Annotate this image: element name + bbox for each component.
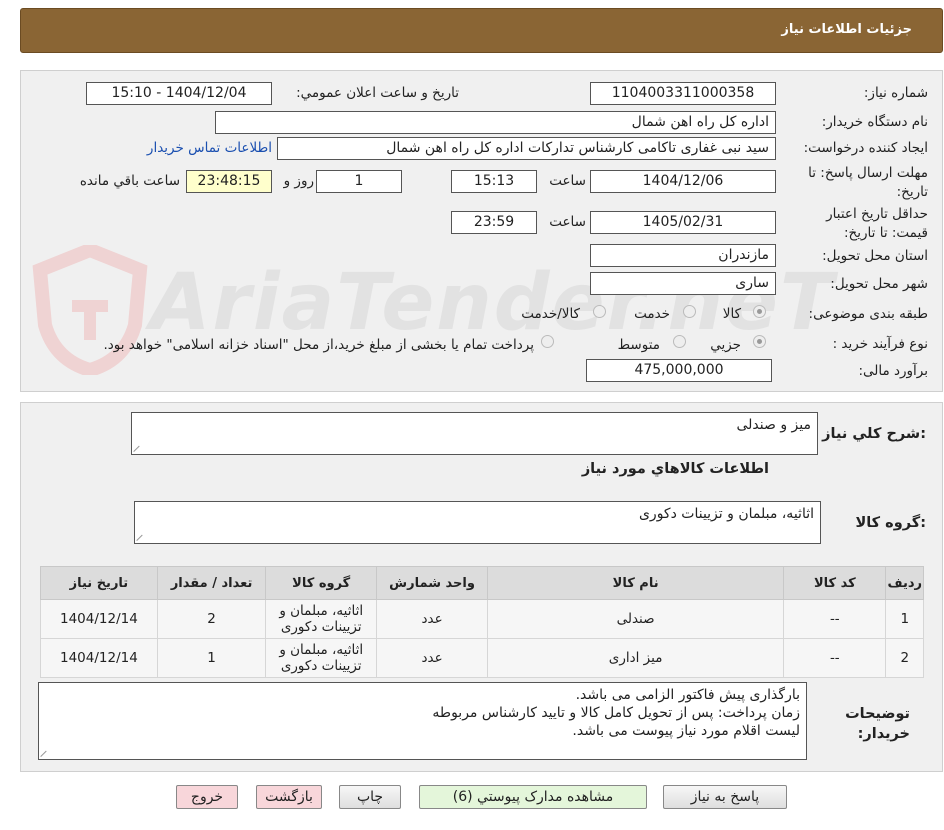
need-number-field: 1104003311000358 [590, 82, 776, 105]
budget-field: 475,000,000 [586, 359, 772, 382]
validity-time-label: ساعت [549, 214, 586, 230]
purchase-medium-label: متوسط [617, 337, 660, 353]
col-code: کد کالا [783, 566, 887, 600]
category-service-label: خدمت [634, 306, 670, 322]
province-field: مازندران [590, 244, 776, 267]
resize-grip-icon[interactable] [134, 444, 142, 452]
purchase-minor-label: جزیي [710, 337, 741, 353]
purchase-type-label: نوع فرآیند خرید : [832, 336, 928, 352]
back-button[interactable]: بازگشت [256, 785, 322, 809]
items-table-header: ردیف کد کالا نام کالا واحد شمارش گروه کا… [40, 566, 924, 600]
treasury-note: پرداخت تمام یا بخشی از مبلغ خرید،از محل … [103, 337, 534, 353]
category-label: طبقه بندی موضوعی: [808, 306, 928, 322]
buyer-org-label: نام دستگاه خریدار: [821, 114, 928, 130]
reply-button[interactable]: پاسخ به نیاز [663, 785, 787, 809]
remaining-time-label: ساعت باقي مانده [79, 173, 180, 189]
table-row: 1 -- صندلی عدد اثاثیه، مبلمان و تزیینات … [40, 599, 924, 639]
announce-datetime-field: 1404/12/04 - 15:10 [86, 82, 272, 105]
goods-group-label: گروه کالا: [855, 515, 926, 531]
page-title: جزئیات اطلاعات نیاز [781, 22, 912, 37]
table-row: 2 -- میز اداری عدد اثاثیه، مبلمان و تزیی… [40, 638, 924, 678]
need-number-label: شماره نیاز: [863, 85, 928, 101]
category-goods-service-radio[interactable] [593, 305, 606, 318]
buyer-org-field: اداره کل راه اهن شمال [215, 111, 776, 134]
goods-group-text: اثاثیه، مبلمان و تزیینات دکوری [638, 506, 814, 522]
buyer-note-line: زمان پرداخت: پس از تحویل کامل کالا و تای… [432, 705, 800, 721]
category-goods-radio[interactable] [753, 305, 766, 318]
category-goods-label: کالا [722, 306, 741, 322]
cell-date: 1404/12/14 [40, 638, 158, 678]
cell-code: -- [783, 638, 887, 678]
purchase-medium-radio[interactable] [673, 335, 686, 348]
city-field: ساری [590, 272, 776, 295]
requester-label: ایجاد کننده درخواست: [803, 140, 928, 156]
col-unit: واحد شمارش [376, 566, 489, 600]
watermark-shield-icon [30, 242, 150, 378]
items-table: ردیف کد کالا نام کالا واحد شمارش گروه کا… [40, 566, 924, 678]
exit-button[interactable]: خروج [176, 785, 238, 809]
cell-unit: عدد [376, 599, 489, 639]
category-service-radio[interactable] [683, 305, 696, 318]
purchase-minor-radio[interactable] [753, 335, 766, 348]
buyer-note-line: لیست اقلام مورد نیاز پیوست می باشد. [572, 723, 800, 739]
cell-row: 2 [885, 638, 924, 678]
col-date: تاریخ نیاز [40, 566, 158, 600]
resize-grip-icon[interactable] [137, 533, 145, 541]
province-label: استان محل تحویل: [822, 248, 928, 264]
requester-field: سید نبی غفاری تاکامی کارشناس تدارکات ادا… [277, 137, 776, 160]
announce-datetime-label: تاریخ و ساعت اعلان عمومي: [296, 85, 459, 101]
cell-name: میز اداری [487, 638, 785, 678]
remaining-time-field: 23:48:15 [186, 170, 272, 193]
cell-name: صندلی [487, 599, 785, 639]
need-description-text: میز و صندلی [736, 417, 811, 433]
print-button[interactable]: چاپ [339, 785, 401, 809]
need-description-label: شرح کلي نیاز: [822, 426, 926, 442]
goods-info-title: اطلاعات کالاهاي مورد نیاز [581, 461, 769, 477]
category-goods-service-label: کالا/خدمت [521, 306, 580, 322]
col-group: گروه کالا [265, 566, 378, 600]
cell-group: اثاثیه، مبلمان و تزیینات دکوری [265, 638, 378, 678]
col-qty: تعداد / مقدار [156, 566, 267, 600]
treasury-checkbox[interactable] [541, 335, 554, 348]
validity-date-field: 1405/02/31 [590, 211, 776, 234]
resize-grip-icon[interactable] [41, 749, 49, 757]
col-row: ردیف [885, 566, 924, 600]
cell-code: -- [783, 599, 887, 639]
cell-row: 1 [885, 599, 924, 639]
cell-qty: 1 [156, 638, 267, 678]
goods-group-textarea[interactable]: اثاثیه، مبلمان و تزیینات دکوری [134, 501, 821, 544]
buyer-contact-link[interactable]: اطلاعات تماس خریدار [147, 140, 272, 156]
cell-qty: 2 [156, 599, 267, 639]
cell-date: 1404/12/14 [40, 599, 158, 639]
buyer-notes-label: توضیحات خریدار: [845, 706, 910, 742]
reply-date-field: 1404/12/06 [590, 170, 776, 193]
days-field: 1 [316, 170, 402, 193]
city-label: شهر محل تحویل: [830, 276, 928, 292]
price-validity-label: حداقل تاريخ اعتبار قیمت: تا تاریخ: [826, 206, 928, 241]
page-header: جزئیات اطلاعات نیاز [20, 8, 943, 53]
cell-unit: عدد [376, 638, 489, 678]
days-label: روز و [283, 173, 314, 189]
reply-time-label: ساعت [549, 173, 586, 189]
col-name: نام کالا [487, 566, 785, 600]
cell-group: اثاثیه، مبلمان و تزیینات دکوری [265, 599, 378, 639]
view-attachments-button[interactable]: مشاهده مدارک پیوستي (6) [419, 785, 647, 809]
buyer-note-line: بارگذاری پیش فاکتور الزامی می باشد. [575, 687, 800, 703]
need-description-textarea[interactable]: میز و صندلی [131, 412, 818, 455]
validity-time-field: 23:59 [451, 211, 537, 234]
budget-label: برآورد مالی: [858, 363, 928, 379]
reply-time-field: 15:13 [451, 170, 537, 193]
reply-deadline-label: مهلت ارسال پاسخ: تا تاریخ: [808, 165, 928, 200]
buyer-notes-textarea[interactable]: بارگذاری پیش فاکتور الزامی می باشد. زمان… [38, 682, 807, 760]
